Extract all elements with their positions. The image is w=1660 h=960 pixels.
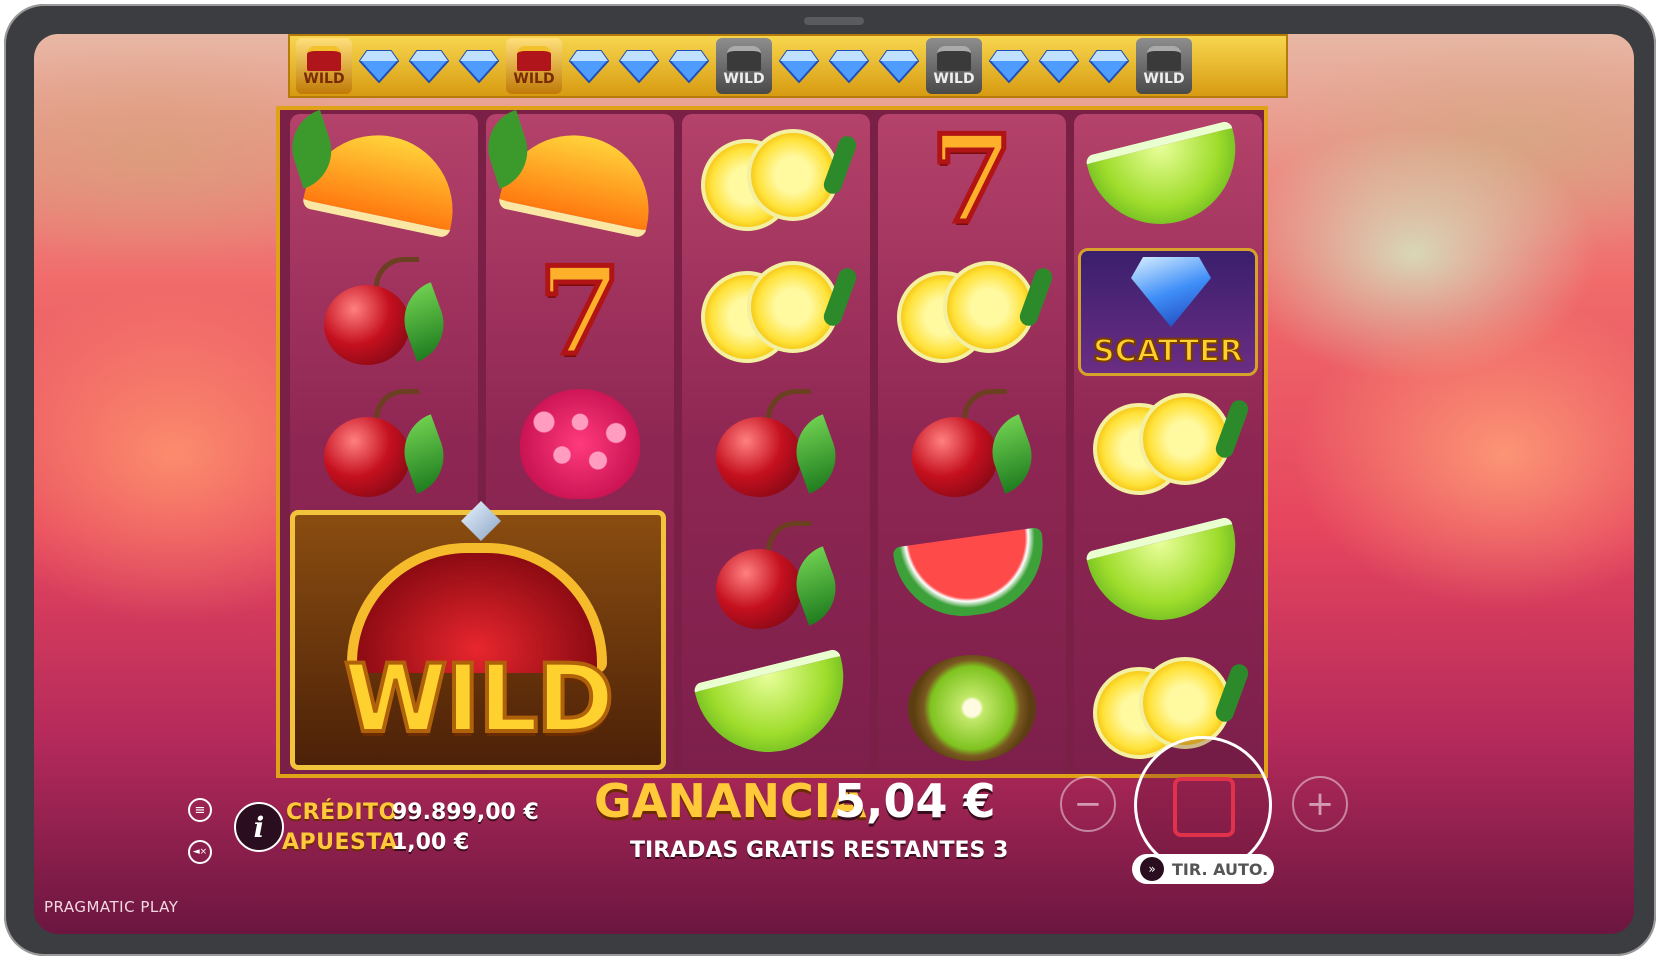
orange-icon xyxy=(301,121,467,239)
symbol-seven: 7 xyxy=(878,114,1066,246)
scatter-label: SCATTER xyxy=(1092,333,1244,370)
lemon-icon xyxy=(897,257,1055,367)
symbol-cherry xyxy=(290,378,478,510)
reel-4: 7 xyxy=(878,114,1066,774)
crown-icon xyxy=(937,45,971,71)
diamond-icon xyxy=(566,38,612,94)
cherry-icon xyxy=(314,257,455,367)
raspberry-icon xyxy=(520,389,640,499)
symbol-lemon xyxy=(878,246,1066,378)
diamond-icon xyxy=(616,38,662,94)
menu-button[interactable]: ≡ xyxy=(188,798,212,822)
mini-wild-gold: WILD xyxy=(506,38,562,94)
symbol-cherry xyxy=(682,378,870,510)
mini-wild-grey: WILD xyxy=(926,38,982,94)
symbol-kiwi xyxy=(878,642,1066,774)
cherry-icon xyxy=(902,389,1043,499)
mini-wild-label: WILD xyxy=(933,70,975,87)
reels-board: 7 7 SCATTER WILD xyxy=(276,106,1268,778)
symbol-lime xyxy=(682,642,870,774)
autoplay-button[interactable]: » TIR. AUTO. xyxy=(1132,854,1274,884)
symbol-cherry xyxy=(290,246,478,378)
cherry-icon xyxy=(706,389,847,499)
seven-icon: 7 xyxy=(928,109,1016,250)
big-wild-symbol: WILD xyxy=(290,501,666,770)
mini-wild-grey: WILD xyxy=(716,38,772,94)
scatter-icon: SCATTER xyxy=(1078,248,1258,376)
diamond-icon xyxy=(986,38,1032,94)
mini-wild-label: WILD xyxy=(723,70,765,87)
decrease-bet-button[interactable]: − xyxy=(1060,776,1116,832)
win-label: GANANCIA xyxy=(594,774,867,828)
speaker-icon: ◄× xyxy=(192,847,208,857)
autoplay-icon: » xyxy=(1140,857,1164,881)
mini-wild-label: WILD xyxy=(513,70,555,87)
diamond-icon xyxy=(776,38,822,94)
bet-value: 1,00 € xyxy=(392,830,470,855)
lime-icon xyxy=(692,648,860,768)
orange-icon xyxy=(497,121,663,239)
mini-wild-label: WILD xyxy=(303,70,345,87)
lime-icon xyxy=(1084,516,1252,636)
sound-button[interactable]: ◄× xyxy=(188,840,212,864)
lemon-icon xyxy=(701,125,859,235)
info-button[interactable]: i xyxy=(234,802,284,852)
wild-label: WILD xyxy=(342,645,617,754)
symbol-cherry xyxy=(682,510,870,642)
lemon-icon xyxy=(701,257,859,367)
symbol-lime xyxy=(1074,510,1262,642)
mini-wild-grey: WILD xyxy=(1136,38,1192,94)
lemon-icon xyxy=(1093,389,1251,499)
symbol-watermelon xyxy=(878,510,1066,642)
bet-label: APUESTA xyxy=(282,830,398,855)
mini-wild-label: WILD xyxy=(1143,70,1185,87)
game-screen: WILD WILD WILD WILD WILD 7 7 SCATTER WILD ≡ ◄×… xyxy=(34,34,1634,934)
increase-bet-button[interactable]: + xyxy=(1292,776,1348,832)
menu-icon: ≡ xyxy=(194,802,206,818)
autoplay-label: TIR. AUTO. xyxy=(1172,859,1269,879)
symbol-lemon xyxy=(682,246,870,378)
symbol-seven: 7 xyxy=(486,246,674,378)
watermelon-icon xyxy=(892,526,1052,626)
seven-icon: 7 xyxy=(536,241,624,382)
crown-icon xyxy=(1147,45,1181,71)
symbol-cherry xyxy=(878,378,1066,510)
symbol-scatter: SCATTER xyxy=(1074,246,1262,378)
symbol-raspberry xyxy=(486,378,674,510)
device-notch xyxy=(804,17,864,25)
diamond-icon xyxy=(826,38,872,94)
diamond-icon xyxy=(1036,38,1082,94)
mini-wild-gold: WILD xyxy=(296,38,352,94)
reel-3 xyxy=(682,114,870,774)
diamond-icon xyxy=(1086,38,1132,94)
free-spins-remaining: TIRADAS GRATIS RESTANTES 3 xyxy=(630,838,1009,863)
device-frame: WILD WILD WILD WILD WILD 7 7 SCATTER WILD ≡ ◄×… xyxy=(4,4,1656,956)
symbol-lime xyxy=(1074,114,1262,246)
cherry-icon xyxy=(706,521,847,631)
credit-value: 99.899,00 € xyxy=(392,800,539,825)
crown-icon xyxy=(517,45,551,71)
stop-icon xyxy=(1173,777,1235,837)
win-value: 5,04 € xyxy=(834,774,996,828)
reel-5: SCATTER xyxy=(1074,114,1262,774)
cherry-icon xyxy=(314,389,455,499)
diamond-icon xyxy=(666,38,712,94)
crown-icon xyxy=(727,45,761,71)
lime-icon xyxy=(1084,120,1252,240)
symbol-orange xyxy=(290,114,478,246)
wild-progress-bar: WILD WILD WILD WILD WILD xyxy=(288,34,1288,98)
diamond-icon xyxy=(406,38,452,94)
brand-logo: PRAGMATIC PLAY xyxy=(44,898,179,916)
kiwi-icon xyxy=(908,655,1036,761)
crown-icon xyxy=(307,45,341,71)
diamond-icon xyxy=(876,38,922,94)
symbol-orange xyxy=(486,114,674,246)
symbol-lemon xyxy=(1074,378,1262,510)
diamond-icon xyxy=(456,38,502,94)
diamond-icon xyxy=(356,38,402,94)
credit-label: CRÉDITO xyxy=(286,800,398,825)
symbol-lemon xyxy=(682,114,870,246)
